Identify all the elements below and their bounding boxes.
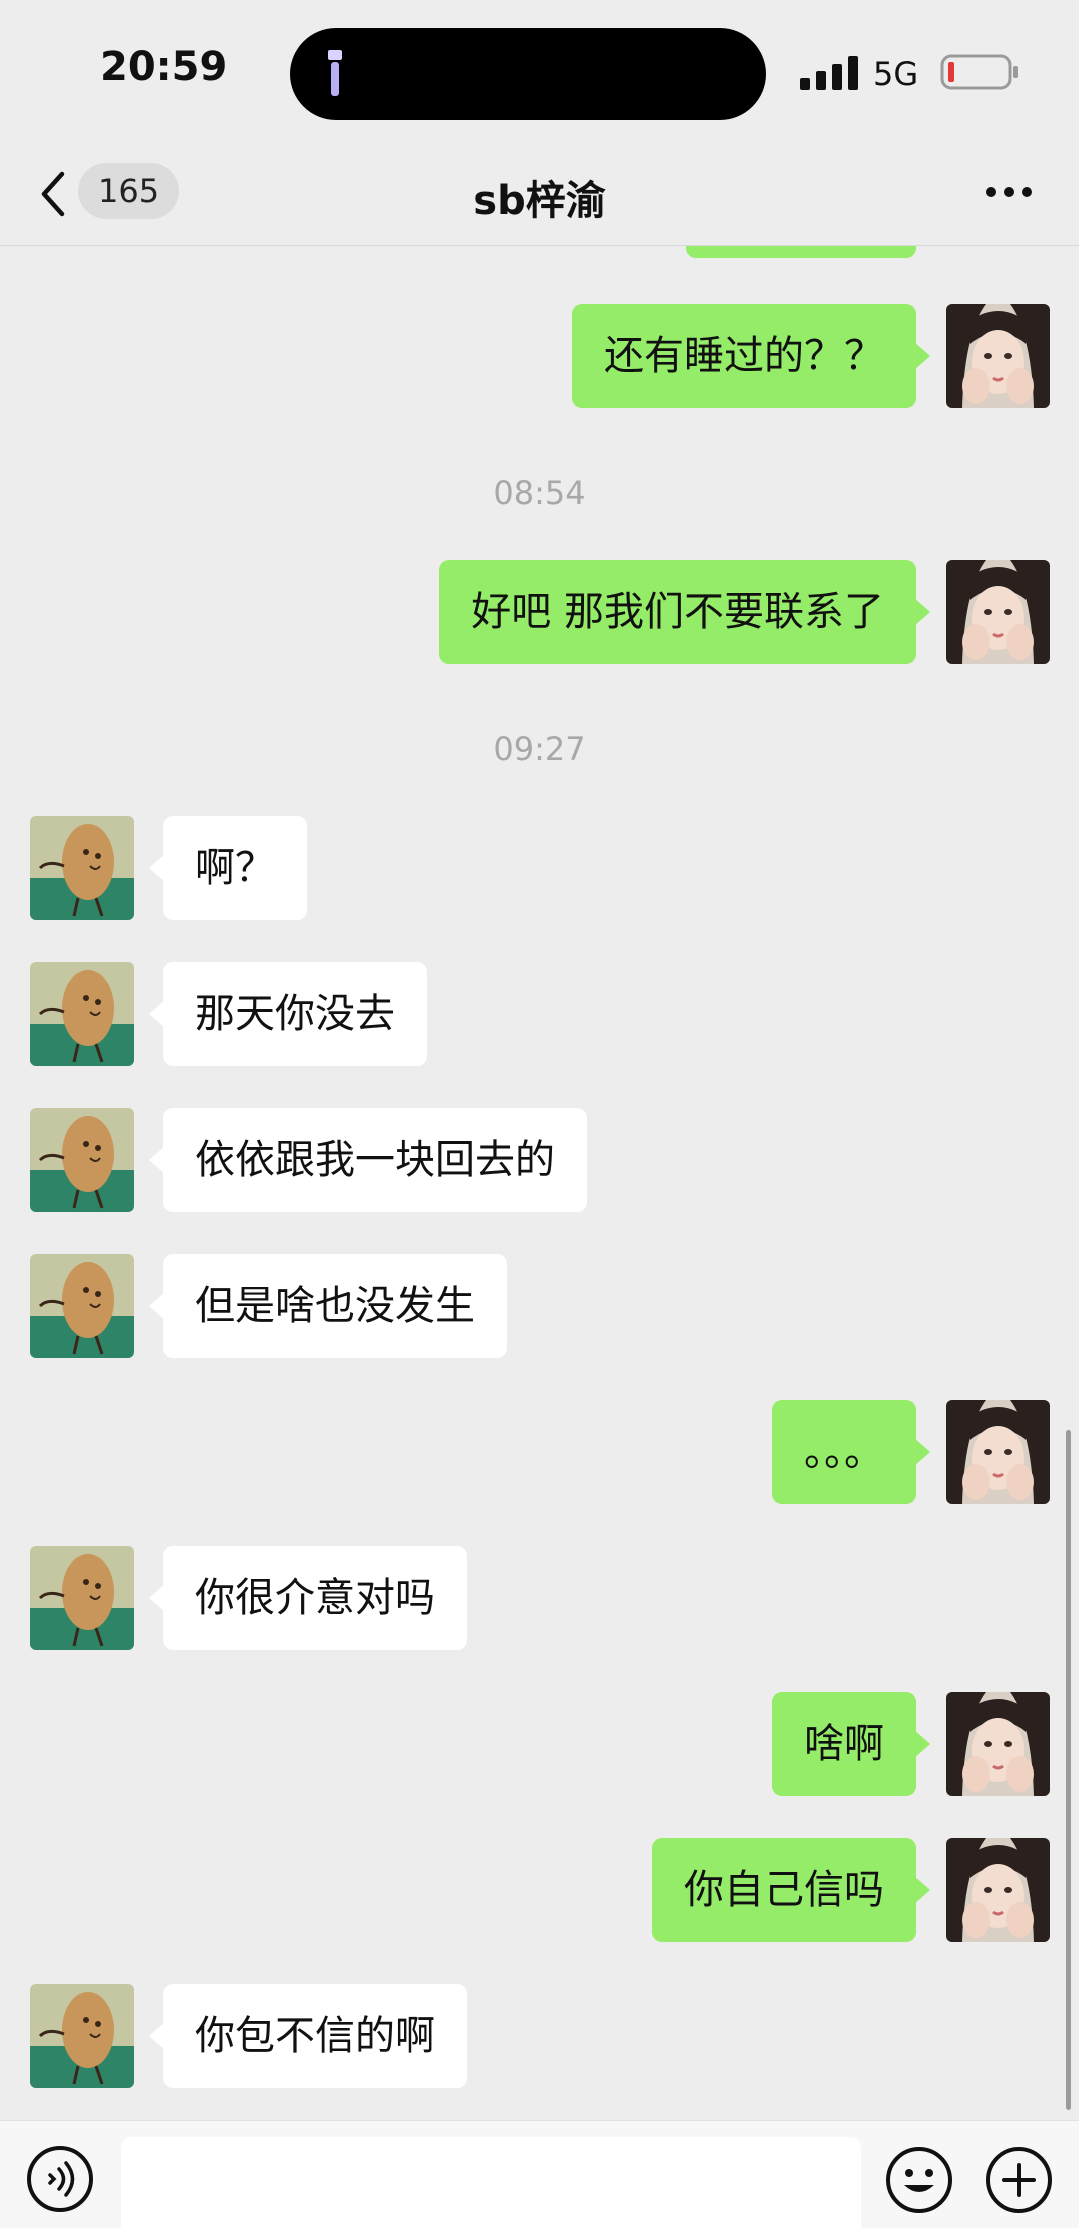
more-icon[interactable]	[985, 186, 1033, 198]
message-row-sent: 还有睡过的？？	[0, 304, 1079, 408]
avatar-contact[interactable]	[30, 1984, 134, 2088]
message-row-received: 你包不信的啊	[0, 1984, 1079, 2088]
avatar-contact[interactable]	[30, 1254, 134, 1358]
message-row-received: 依依跟我一块回去的	[0, 1108, 1079, 1212]
avatar-self[interactable]	[946, 246, 1050, 258]
message-bubble-sent[interactable]: 你自己信吗	[652, 1838, 930, 1942]
input-bar	[0, 2120, 1079, 2228]
message-list[interactable]: 还有睡过的？？ 08:54 好吧 那我们不要联系了 09:27 啊？ 那天你没去…	[0, 246, 1079, 2120]
message-bubble-received[interactable]: 依依跟我一块回去的	[149, 1108, 587, 1212]
timestamp: 09:27	[493, 730, 586, 768]
message-row-sent: 你自己信吗	[0, 1838, 1079, 1942]
avatar-self[interactable]	[946, 1692, 1050, 1796]
avatar-self[interactable]	[946, 304, 1050, 408]
status-time: 20:59	[100, 44, 228, 90]
chat-screen: 20:59 5G 165 sb梓渝 还有睡过的？？ 08:54 好吧 那我们不要…	[0, 0, 1079, 2228]
message-bubble-sent[interactable]: 啥啊	[772, 1692, 930, 1796]
avatar-self[interactable]	[946, 1838, 1050, 1942]
voice-icon[interactable]	[26, 2145, 94, 2213]
message-bubble-sent[interactable]: 。。。	[772, 1400, 930, 1504]
avatar-contact[interactable]	[30, 816, 134, 920]
message-bubble-partial[interactable]	[686, 246, 916, 258]
message-bubble-received[interactable]: 啊？	[149, 816, 307, 920]
avatar-contact[interactable]	[30, 1546, 134, 1650]
battery-icon	[940, 54, 1018, 90]
network-type: 5G	[873, 55, 919, 93]
avatar-self[interactable]	[946, 1400, 1050, 1504]
message-input[interactable]	[121, 2137, 861, 2228]
avatar-self[interactable]	[946, 560, 1050, 664]
timestamp: 08:54	[493, 474, 586, 512]
message-row-received: 但是啥也没发生	[0, 1254, 1079, 1358]
nav-bar: 165 sb梓渝	[0, 140, 1079, 246]
avatar-contact[interactable]	[30, 1108, 134, 1212]
scrollbar[interactable]	[1066, 1430, 1071, 2110]
avatar-contact[interactable]	[30, 962, 134, 1066]
emoji-icon[interactable]	[884, 2145, 954, 2215]
chat-title: sb梓渝	[473, 178, 606, 224]
message-row-received: 你很介意对吗	[0, 1546, 1079, 1650]
message-row-sent: 啥啊	[0, 1692, 1079, 1796]
message-row-received: 啊？	[0, 816, 1079, 920]
flashlight-icon	[328, 50, 342, 96]
message-bubble-received[interactable]: 但是啥也没发生	[149, 1254, 507, 1358]
message-bubble-received[interactable]: 你包不信的啊	[149, 1984, 467, 2088]
message-row-sent: 。。。	[0, 1400, 1079, 1504]
message-bubble-received[interactable]: 那天你没去	[149, 962, 427, 1066]
status-bar: 20:59 5G	[0, 0, 1079, 140]
message-bubble-sent[interactable]: 好吧 那我们不要联系了	[439, 560, 930, 664]
message-bubble-sent[interactable]: 还有睡过的？？	[572, 304, 930, 408]
plus-icon[interactable]	[984, 2145, 1054, 2215]
message-bubble-received[interactable]: 你很介意对吗	[149, 1546, 467, 1650]
dynamic-island	[290, 28, 766, 120]
message-row-sent: 好吧 那我们不要联系了	[0, 560, 1079, 664]
message-row-received: 那天你没去	[0, 962, 1079, 1066]
signal-icon	[800, 56, 858, 90]
